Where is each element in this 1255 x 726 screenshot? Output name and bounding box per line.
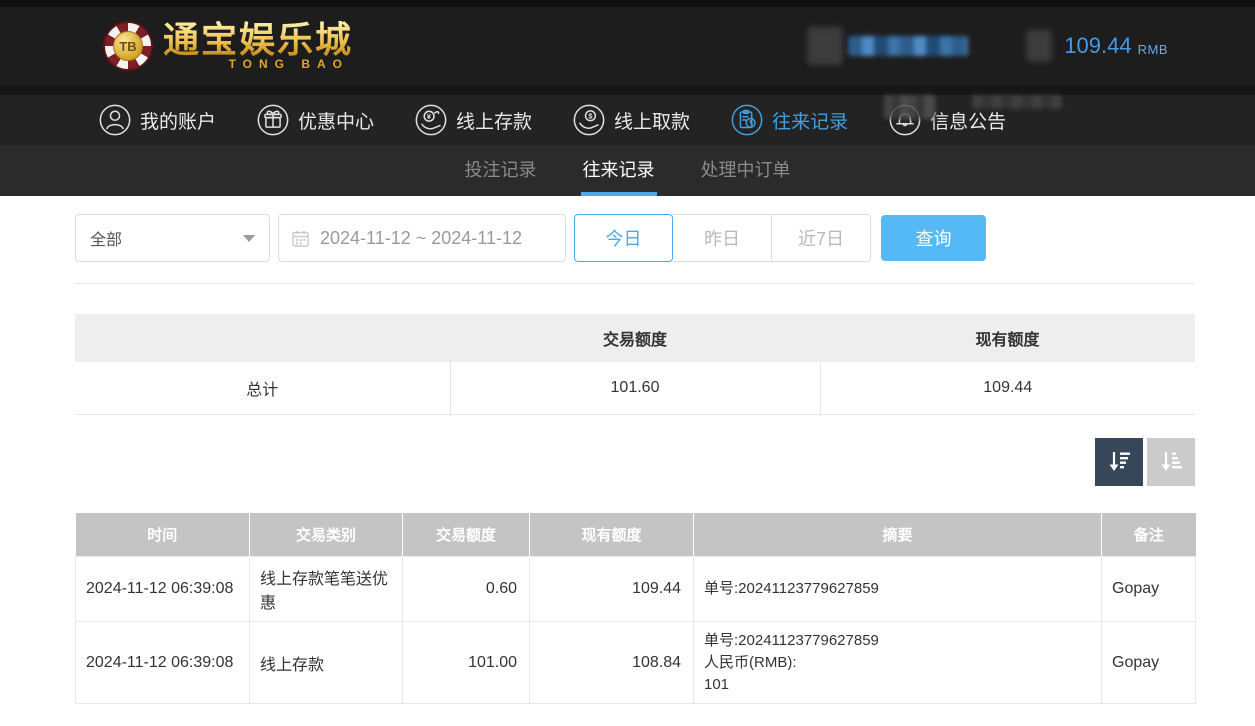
svg-text:$: $	[588, 111, 593, 120]
summary-line: 单号:20241123779627859	[704, 630, 1091, 652]
sort-controls	[75, 438, 1195, 486]
cell-time: 2024-11-12 06:39:08	[76, 557, 250, 622]
cell-time: 2024-11-12 06:39:08	[76, 622, 250, 704]
summary-line: 101	[704, 674, 1091, 696]
user-avatar-icon	[807, 27, 843, 65]
select-value: 全部	[90, 226, 243, 250]
summary-row: 总计 101.60 109.44	[75, 362, 1195, 414]
svg-text:¥: ¥	[427, 112, 432, 121]
records-header-row: 时间 交易类别 交易额度 现有额度 摘要 备注	[76, 513, 1196, 557]
header-account-area: 109.44 RMB	[807, 27, 1168, 65]
summary-table: 交易额度 现有额度 总计 101.60 109.44	[75, 314, 1195, 415]
site-header: TB 通宝娱乐城 TONG BAO 109.44 RMB	[0, 7, 1255, 85]
nav-item-announcements[interactable]: 信息公告	[888, 103, 1006, 137]
transaction-type-select[interactable]: 全部	[75, 214, 270, 262]
main-content: 全部 2024-11-12 ~ 2024-11-12 今日 昨日 近7日 查询	[75, 213, 1195, 726]
col-header-remark: 备注	[1102, 513, 1196, 557]
logo-title: 通宝娱乐城	[163, 21, 353, 59]
cell-current-amount: 109.44	[530, 557, 694, 622]
tab-betting-records[interactable]: 投注记录	[463, 145, 539, 196]
logo-text: 通宝娱乐城 TONG BAO	[163, 21, 353, 71]
section-divider	[75, 283, 1195, 284]
blur-patch	[972, 95, 1062, 109]
table-row: 2024-11-12 06:39:08 线上存款笔笔送优惠 0.60 109.4…	[76, 557, 1196, 622]
chip-monogram: TB	[113, 31, 143, 61]
tab-transaction-records[interactable]: 往来记录	[581, 145, 657, 196]
balance-amount: 109.44	[1064, 33, 1131, 59]
summary-trade-amount: 101.60	[450, 362, 820, 414]
cell-trade-amount: 101.00	[403, 622, 530, 704]
search-button[interactable]: 查询	[881, 215, 986, 261]
logo-subtitle: TONG BAO	[229, 57, 349, 71]
col-header-time: 时间	[76, 513, 250, 557]
withdraw-icon: $	[572, 103, 606, 137]
deposit-icon: ¥	[414, 103, 448, 137]
summary-header-trade: 交易额度	[450, 314, 820, 362]
sort-descending-button[interactable]	[1095, 438, 1143, 486]
sort-descending-icon	[1106, 448, 1133, 475]
col-header-summary: 摘要	[694, 513, 1102, 557]
records-icon	[730, 103, 764, 137]
nav-label: 信息公告	[930, 107, 1006, 134]
summary-header-current: 现有额度	[820, 314, 1195, 362]
cell-type: 线上存款笔笔送优惠	[250, 557, 403, 622]
cell-remark: Gopay	[1102, 622, 1196, 704]
gift-icon	[256, 103, 290, 137]
last7days-button[interactable]: 近7日	[772, 214, 871, 262]
blur-patch	[884, 95, 936, 119]
wallet-icon	[1026, 30, 1052, 62]
cell-remark: Gopay	[1102, 557, 1196, 622]
cell-current-amount: 108.84	[530, 622, 694, 704]
nav-label: 优惠中心	[298, 107, 374, 134]
main-nav: 我的账户 优惠中心 ¥ 线上存款 $ 线上取款	[0, 95, 1255, 145]
summary-header-empty	[75, 314, 450, 362]
summary-line: 人民币(RMB):	[704, 652, 1091, 674]
username-redacted	[848, 36, 968, 56]
balance-currency: RMB	[1138, 42, 1168, 57]
records-tabbar: 投注记录 往来记录 处理中订单	[0, 145, 1255, 196]
sort-ascending-icon	[1158, 448, 1185, 475]
nav-item-my-account[interactable]: 我的账户	[98, 103, 216, 137]
sort-ascending-button[interactable]	[1147, 438, 1195, 486]
window-top-strip	[0, 0, 1255, 7]
calendar-icon	[291, 229, 310, 248]
nav-label: 线上存款	[456, 107, 532, 134]
nav-item-online-withdrawal[interactable]: $ 线上取款	[572, 103, 690, 137]
col-header-type: 交易类别	[250, 513, 403, 557]
cell-trade-amount: 0.60	[403, 557, 530, 622]
nav-label: 我的账户	[140, 107, 216, 134]
cell-type: 线上存款	[250, 622, 403, 704]
col-header-current-amount: 现有额度	[530, 513, 694, 557]
casino-chip-icon: TB	[103, 21, 153, 71]
cell-summary: 单号:20241123779627859 人民币(RMB): 101	[694, 622, 1102, 704]
yesterday-button[interactable]: 昨日	[673, 214, 772, 262]
nav-item-transaction-records[interactable]: 往来记录	[730, 103, 848, 137]
nav-item-online-deposit[interactable]: ¥ 线上存款	[414, 103, 532, 137]
col-header-trade-amount: 交易额度	[403, 513, 530, 557]
nav-label: 往来记录	[772, 107, 848, 134]
table-row: 2024-11-12 06:39:08 线上存款 101.00 108.84 单…	[76, 622, 1196, 704]
site-logo[interactable]: TB 通宝娱乐城 TONG BAO	[103, 21, 353, 71]
date-range-value: 2024-11-12 ~ 2024-11-12	[320, 228, 522, 249]
filter-row: 全部 2024-11-12 ~ 2024-11-12 今日 昨日 近7日 查询	[75, 213, 1195, 263]
summary-line: 单号:20241123779627859	[704, 578, 1091, 600]
records-table: 时间 交易类别 交易额度 现有额度 摘要 备注 2024-11-12 06:39…	[75, 513, 1196, 705]
nav-label: 线上取款	[614, 107, 690, 134]
today-button[interactable]: 今日	[574, 214, 673, 262]
cell-summary: 单号:20241123779627859	[694, 557, 1102, 622]
quick-range-group: 今日 昨日 近7日	[574, 214, 871, 262]
header-bottom-strip	[0, 85, 1255, 95]
tab-pending-orders[interactable]: 处理中订单	[699, 145, 793, 196]
nav-item-promotions[interactable]: 优惠中心	[256, 103, 374, 137]
user-icon	[98, 103, 132, 137]
date-range-input[interactable]: 2024-11-12 ~ 2024-11-12	[278, 214, 566, 262]
summary-total-label: 总计	[75, 362, 450, 414]
chevron-down-icon	[243, 235, 255, 242]
summary-current-amount: 109.44	[820, 362, 1195, 414]
